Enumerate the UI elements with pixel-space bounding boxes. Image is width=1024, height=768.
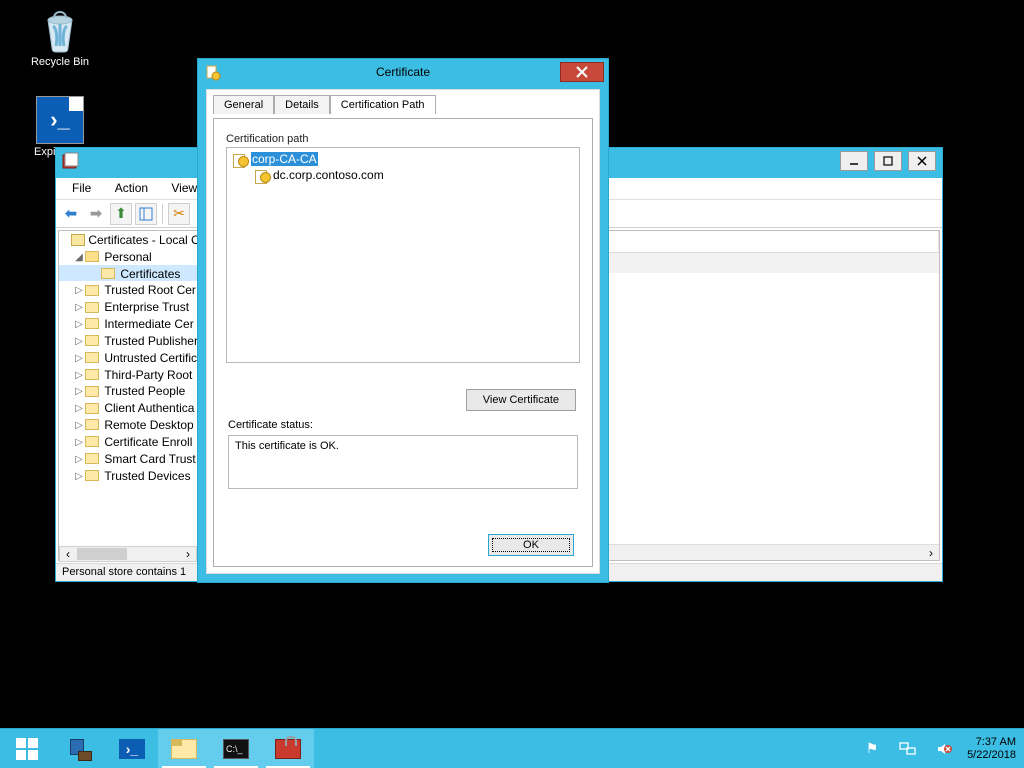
certificate-status-text: This certificate is OK. xyxy=(228,435,578,489)
powershell-icon: ›_ xyxy=(119,739,145,759)
tree-certificates[interactable]: Certificates xyxy=(120,266,180,280)
ok-button[interactable]: OK xyxy=(488,534,574,556)
scroll-right[interactable]: › xyxy=(923,545,939,560)
tree-item[interactable]: Remote Desktop xyxy=(104,418,193,432)
show-hide-tree-button[interactable] xyxy=(135,203,157,225)
tab-certification-path[interactable]: Certification Path xyxy=(330,95,436,114)
folder-icon xyxy=(85,335,99,346)
tree-item[interactable]: Smart Card Trust xyxy=(104,452,195,466)
taskbar-toolbox[interactable] xyxy=(262,729,314,768)
network-icon[interactable] xyxy=(895,736,921,762)
tab-panel-certpath: Certification path corp-CA-CA dc.corp.co… xyxy=(213,118,593,567)
action-center-icon[interactable]: ⚑ xyxy=(859,736,885,762)
tree-personal[interactable]: Personal xyxy=(104,250,151,264)
certificate-icon xyxy=(233,154,249,166)
taskbar-server-manager[interactable] xyxy=(54,729,106,768)
dialog-close-button[interactable] xyxy=(560,62,604,82)
mmc-app-icon xyxy=(62,152,80,170)
tree-item[interactable]: Trusted Devices xyxy=(104,468,190,482)
dialog-tabs: GeneralDetailsCertification Path xyxy=(213,94,599,118)
windows-logo-icon xyxy=(16,738,38,760)
certificate-icon xyxy=(255,170,271,182)
up-button[interactable]: ⬆ xyxy=(110,203,132,225)
tree-item[interactable]: Untrusted Certific xyxy=(104,351,197,365)
menu-file[interactable]: File xyxy=(62,178,101,198)
folder-icon xyxy=(85,318,99,329)
back-button[interactable]: ⬅ xyxy=(60,203,82,225)
path-node-leaf[interactable]: dc.corp.contoso.com xyxy=(255,168,573,182)
taskbar-powershell[interactable]: ›_ xyxy=(106,729,158,768)
scroll-right[interactable]: › xyxy=(180,547,196,561)
tree-root[interactable]: Certificates - Local C xyxy=(88,233,198,247)
folder-icon xyxy=(85,302,99,313)
close-button[interactable] xyxy=(908,151,936,171)
cut-button[interactable]: ✂ xyxy=(168,203,190,225)
view-certificate-button[interactable]: View Certificate xyxy=(466,389,576,411)
menu-action[interactable]: Action xyxy=(105,178,158,198)
folder-icon xyxy=(85,403,99,414)
clock-time: 7:37 AM xyxy=(967,736,1016,749)
tab-details[interactable]: Details xyxy=(274,95,330,114)
minimize-button[interactable] xyxy=(840,151,868,171)
cert-root-icon xyxy=(71,234,85,246)
tree-item[interactable]: Trusted Root Cer xyxy=(104,283,196,297)
command-prompt-icon: C:\_ xyxy=(223,739,249,759)
scroll-left[interactable]: ‹ xyxy=(60,547,76,561)
tab-general[interactable]: General xyxy=(213,95,274,114)
dialog-title: Certificate xyxy=(376,65,430,79)
taskbar-explorer[interactable] xyxy=(158,729,210,768)
tree-item[interactable]: Trusted Publisher xyxy=(104,334,198,348)
certification-path-tree[interactable]: corp-CA-CA dc.corp.contoso.com xyxy=(226,147,580,363)
dialog-titlebar[interactable]: Certificate xyxy=(198,59,608,89)
forward-button[interactable]: ➡ xyxy=(85,203,107,225)
volume-icon[interactable] xyxy=(931,736,957,762)
start-button[interactable] xyxy=(0,729,54,768)
tree-h-scrollbar[interactable]: ‹ › xyxy=(59,546,197,562)
certificate-status-label: Certificate status: xyxy=(228,419,313,431)
certification-path-label: Certification path xyxy=(226,133,580,145)
folder-icon xyxy=(85,251,99,262)
desktop-icon-recycle-bin[interactable]: Recycle Bin xyxy=(22,6,98,68)
folder-icon xyxy=(85,369,99,380)
folder-icon xyxy=(85,386,99,397)
file-explorer-icon xyxy=(171,739,197,759)
folder-icon xyxy=(85,285,99,296)
scroll-thumb[interactable] xyxy=(77,548,127,560)
clock-date: 5/22/2018 xyxy=(967,749,1016,762)
taskbar-cmd[interactable]: C:\_ xyxy=(210,729,262,768)
taskbar-clock[interactable]: 7:37 AM 5/22/2018 xyxy=(967,736,1016,762)
tree-item[interactable]: Third-Party Root xyxy=(104,367,192,381)
tree-item[interactable]: Client Authentica xyxy=(104,401,194,415)
recycle-bin-icon xyxy=(36,6,84,54)
tree-item[interactable]: Enterprise Trust xyxy=(104,300,189,314)
mmc-tree[interactable]: Certificates - Local C ◢ Personal Certif… xyxy=(58,230,198,561)
folder-icon xyxy=(85,436,99,447)
toolbar-separator xyxy=(162,204,163,224)
folder-icon xyxy=(85,453,99,464)
folder-icon xyxy=(101,268,115,279)
tree-item[interactable]: Certificate Enroll xyxy=(104,435,192,449)
taskbar: ›_ C:\_ ⚑ 7:37 AM 5/22/2018 xyxy=(0,728,1024,768)
folder-icon xyxy=(85,419,99,430)
toolbox-icon xyxy=(275,739,301,759)
powershell-file-icon: ›_ xyxy=(36,96,84,144)
folder-icon xyxy=(85,352,99,363)
maximize-button[interactable] xyxy=(874,151,902,171)
system-tray: ⚑ 7:37 AM 5/22/2018 xyxy=(851,729,1024,768)
tree-item[interactable]: Intermediate Cer xyxy=(104,317,193,331)
certificate-icon xyxy=(205,65,221,81)
folder-icon xyxy=(85,470,99,481)
server-manager-icon xyxy=(68,737,92,761)
tree-item[interactable]: Trusted People xyxy=(104,384,185,398)
recycle-bin-label: Recycle Bin xyxy=(22,56,98,68)
path-node-root[interactable]: corp-CA-CA xyxy=(233,152,573,166)
certificate-dialog: Certificate GeneralDetailsCertification … xyxy=(197,58,609,583)
